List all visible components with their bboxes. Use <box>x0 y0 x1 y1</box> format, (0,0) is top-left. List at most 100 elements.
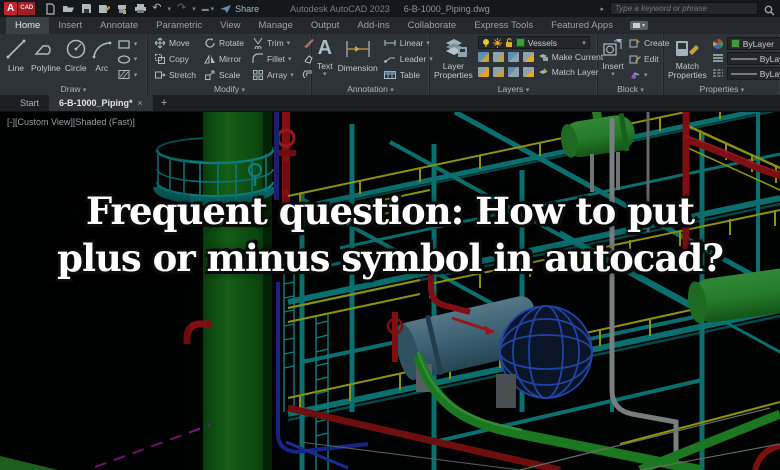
ribbon-display-toggle[interactable]: ▾ <box>629 21 648 30</box>
chevron-down-icon: ▾ <box>241 87 245 94</box>
chevron-down-icon: ▾ <box>133 56 138 64</box>
help-search-box[interactable] <box>610 2 758 15</box>
save-as-icon[interactable] <box>98 3 111 15</box>
tab-add-ins[interactable]: Add-ins <box>348 17 398 34</box>
copy-button[interactable]: Copy <box>154 52 196 67</box>
tab-home[interactable]: Home <box>6 17 50 34</box>
file-tab-document[interactable]: 6-B-1000_Piping* × <box>49 95 153 111</box>
drawing-canvas[interactable] <box>0 112 780 470</box>
make-current-icon <box>538 54 548 61</box>
rotate-button[interactable]: Rotate <box>204 36 244 51</box>
arc-button[interactable]: Arc <box>91 36 113 82</box>
chevron-down-icon: ▾ <box>82 87 87 94</box>
close-icon[interactable]: × <box>138 98 143 108</box>
circle-button[interactable]: Circle <box>65 36 87 82</box>
scale-icon <box>204 70 215 80</box>
layer-lock-icon[interactable] <box>522 52 534 62</box>
trim-button[interactable]: Trim ▾ <box>252 36 294 51</box>
plot-icon[interactable] <box>116 3 128 15</box>
tab-annotate[interactable]: Annotate <box>91 17 147 34</box>
panel-block-label[interactable]: Block ▾ <box>598 84 663 94</box>
hatch-button[interactable]: ▾ <box>117 68 138 82</box>
tab-express-tools[interactable]: Express Tools <box>465 17 542 34</box>
panel-annotation-label[interactable]: Annotation ▾ <box>312 84 429 94</box>
undo-chevron-down-icon[interactable]: ▾ <box>167 5 171 13</box>
line-button[interactable]: Line <box>5 36 27 82</box>
scale-button[interactable]: Scale <box>204 67 244 82</box>
save-icon[interactable] <box>80 3 92 15</box>
tab-manage[interactable]: Manage <box>250 17 302 34</box>
polyline-icon <box>34 38 58 62</box>
autocad-logo-icon: A <box>4 2 18 15</box>
color-swatch <box>730 39 740 48</box>
layer-walk-icon[interactable] <box>507 67 519 77</box>
panel-modify-label[interactable]: Modify ▾ <box>148 84 311 94</box>
make-current-button[interactable]: Make Current <box>538 50 603 65</box>
tab-featured-apps[interactable]: Featured Apps <box>542 17 622 34</box>
print-icon[interactable] <box>134 3 147 15</box>
dimension-button[interactable]: Dimension <box>338 36 378 82</box>
layer-freeze-icon[interactable] <box>507 52 519 62</box>
table-button[interactable]: Table <box>383 67 433 82</box>
document-title: 6-B-1000_Piping.dwg <box>403 3 490 14</box>
text-button[interactable]: A Text ▾ <box>317 36 333 82</box>
autocad-window: A CAD ↶ ▾ ↷ ▾ ▬ ▾ Share Autodesk AutoCAD… <box>0 0 780 470</box>
viewport-controls[interactable]: [-][Custom View][Shaded (Fast)] <box>7 117 135 127</box>
layer-vpfreeze-icon[interactable] <box>522 67 534 77</box>
lineweight-icon <box>712 54 723 62</box>
table-icon <box>383 70 396 79</box>
panel-draw-label[interactable]: Draw ▾ <box>0 84 147 94</box>
tab-view[interactable]: View <box>211 17 249 34</box>
move-button[interactable]: Move <box>154 36 196 51</box>
match-layer-button[interactable]: Match Layer <box>538 65 599 80</box>
search-input[interactable] <box>615 4 753 13</box>
polyline-button[interactable]: Polyline <box>31 36 61 82</box>
redo-chevron-down-icon[interactable]: ▾ <box>192 5 196 13</box>
panel-properties-label[interactable]: Properties ▾ <box>664 84 780 94</box>
array-button[interactable]: Array ▾ <box>252 67 294 82</box>
search-chevron-right-icon[interactable]: ▸ <box>600 5 604 13</box>
lineweight-dropdown[interactable]: ByLayer <box>726 52 780 65</box>
mirror-button[interactable]: Mirror <box>204 52 244 67</box>
share-button[interactable]: Share <box>220 4 259 14</box>
stretch-button[interactable]: Stretch <box>154 67 196 82</box>
fillet-button[interactable]: Fillet ▾ <box>252 52 294 67</box>
layer-off-icon[interactable] <box>477 52 489 62</box>
tab-insert[interactable]: Insert <box>49 17 91 34</box>
undo-icon[interactable]: ↶ <box>152 3 161 14</box>
drawing-viewport[interactable]: [-][Custom View][Shaded (Fast)] Frequent… <box>0 112 780 470</box>
layer-isolate-icon[interactable] <box>492 52 504 62</box>
new-file-icon[interactable] <box>44 2 56 15</box>
linear-button[interactable]: Linear ▾ <box>383 36 433 51</box>
color-wheel-icon <box>712 38 723 49</box>
panel-modify: Move Copy Stretch Rotate Mirror Scale Tr… <box>148 34 314 95</box>
file-tab-start[interactable]: Start <box>10 95 49 111</box>
tab-parametric[interactable]: Parametric <box>147 17 211 34</box>
redo-icon[interactable]: ↷ <box>177 3 186 14</box>
ellipse-button[interactable]: ▾ <box>117 52 138 66</box>
layer-properties-icon <box>438 38 468 60</box>
panel-layers-label[interactable]: Layers ▾ <box>430 84 597 94</box>
object-color-dropdown[interactable]: ByLayer ▾ <box>726 37 780 50</box>
new-drawing-tab-button[interactable]: + <box>153 95 175 111</box>
title-bar: A CAD ↶ ▾ ↷ ▾ ▬ ▾ Share Autodesk AutoCAD… <box>0 0 780 17</box>
layer-thaw-icon[interactable] <box>477 67 489 77</box>
rectangle-button[interactable]: ▾ <box>117 37 137 51</box>
tab-collaborate[interactable]: Collaborate <box>399 17 466 34</box>
chevron-down-icon: ▾ <box>133 71 138 79</box>
linetype-dropdown[interactable]: ByLayer <box>726 67 780 80</box>
block-attributes-icon <box>631 71 640 79</box>
qat-customize-icon[interactable]: ▬ ▾ <box>202 5 214 13</box>
chevron-down-icon: ▾ <box>582 39 586 47</box>
match-properties-button[interactable]: Match Properties <box>668 36 707 82</box>
insert-block-button[interactable]: Insert ▾ <box>601 36 625 82</box>
layer-properties-button[interactable]: Layer Properties <box>434 36 473 82</box>
leader-button[interactable]: Leader ▾ <box>383 52 433 67</box>
tab-output[interactable]: Output <box>302 17 349 34</box>
chevron-down-icon: ▾ <box>290 71 294 79</box>
open-folder-icon[interactable] <box>62 3 75 15</box>
app-menu-button[interactable]: A CAD <box>4 2 36 15</box>
layer-dropdown[interactable]: Vessels ▾ <box>477 36 590 49</box>
copy-icon <box>155 54 165 64</box>
layer-unlock-tool-icon[interactable] <box>492 67 504 77</box>
